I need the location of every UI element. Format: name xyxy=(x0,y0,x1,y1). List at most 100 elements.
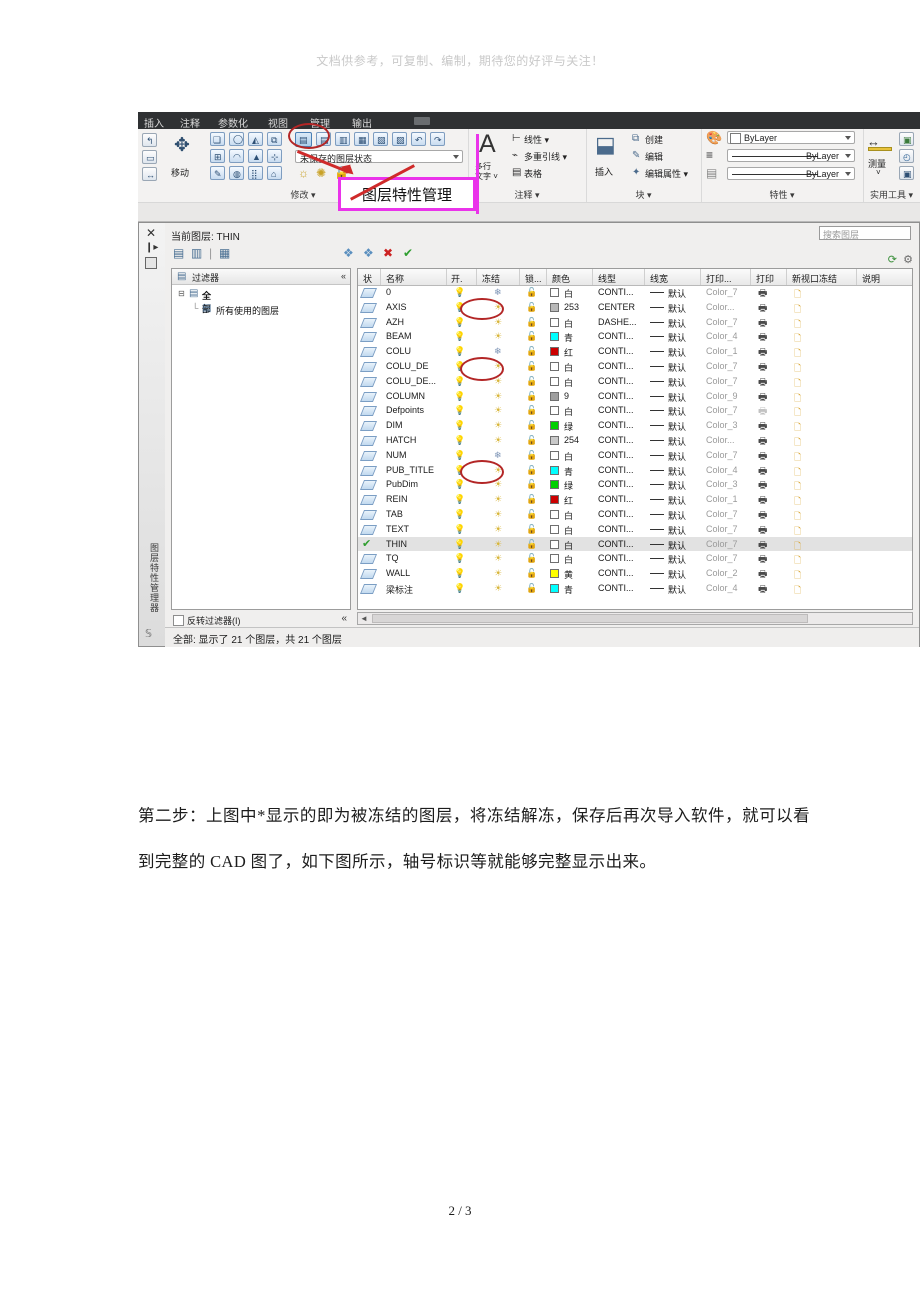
rotate-icon[interactable]: ◯ xyxy=(229,132,244,146)
layer-vp-freeze-icon[interactable]: 🗋 xyxy=(794,583,801,599)
layer-color-swatch[interactable] xyxy=(550,495,559,505)
column-header-color[interactable]: 颜色 xyxy=(552,272,570,285)
layer-color-swatch[interactable] xyxy=(550,302,559,312)
layer-freeze-icon[interactable]: ☀ xyxy=(494,568,502,579)
layer-linetype-cell[interactable]: CONTI... xyxy=(598,361,634,371)
layer-name-cell[interactable]: WALL xyxy=(386,568,410,578)
layer-name-cell[interactable]: TQ xyxy=(386,553,399,563)
layer-linetype-cell[interactable]: CONTI... xyxy=(598,435,634,445)
scale-icon[interactable]: ⧉ xyxy=(267,132,282,146)
layer-lock-icon[interactable]: 🔓 xyxy=(526,524,537,535)
layer-on-icon[interactable]: 💡 xyxy=(454,346,465,357)
layer-lock-icon[interactable]: 🔓 xyxy=(526,450,537,461)
close-icon[interactable]: ✕ xyxy=(146,227,156,239)
layer-linetype-cell[interactable]: CONTI... xyxy=(598,346,634,356)
layer-color-name[interactable]: 白 xyxy=(564,287,573,300)
layer-color-swatch[interactable] xyxy=(550,524,559,534)
array-icon[interactable]: ⊞ xyxy=(210,149,225,163)
layer-plotstyle-cell[interactable]: Color_7 xyxy=(706,509,738,519)
layer-lineweight-cell[interactable]: 默认 xyxy=(668,376,686,389)
layer-plotstyle-cell[interactable]: Color_9 xyxy=(706,391,738,401)
layer-lineweight-cell[interactable]: 默认 xyxy=(668,287,686,300)
auto-hide-icon[interactable]: ❙▸ xyxy=(145,243,158,253)
layer-plotstyle-cell[interactable]: Color_1 xyxy=(706,494,738,504)
menu-item-annotate[interactable]: 注释 xyxy=(180,115,200,130)
layer-lineweight-cell[interactable]: 默认 xyxy=(668,568,686,581)
layer-grid[interactable]: 状 名称 开. 冻结 锁... 颜色 线型 线宽 打印... 打印 新视口冻结 … xyxy=(357,268,913,610)
layer-name-cell[interactable]: COLU xyxy=(386,346,411,356)
column-header-description[interactable]: 说明 xyxy=(862,272,880,285)
layer-plotstyle-cell[interactable]: Color_7 xyxy=(706,524,738,534)
table-row[interactable]: PubDim 💡 ☀ 🔓 绿 CONTI... 默认 Color_3 🖶 🗋 xyxy=(358,477,912,492)
layer-linetype-cell[interactable]: CONTI... xyxy=(598,391,634,401)
invert-filter-checkbox[interactable] xyxy=(173,615,184,626)
edit-block-label[interactable]: 编辑 xyxy=(645,150,663,163)
layer-plotstyle-cell[interactable]: Color_7 xyxy=(706,361,738,371)
ribbon-panel-label-annotation[interactable]: 注释 ▾ xyxy=(468,188,586,201)
new-layer-vp-frozen-icon[interactable]: ❖ xyxy=(363,247,374,259)
layer-plotstyle-cell[interactable]: Color_4 xyxy=(706,331,738,341)
layer-linetype-cell[interactable]: CONTI... xyxy=(598,494,634,504)
layer-on-icon[interactable]: 💡 xyxy=(454,450,465,461)
layer-on-icon[interactable]: 💡 xyxy=(454,435,465,446)
layer-lineweight-cell[interactable]: 默认 xyxy=(668,391,686,404)
edit-attribute-label[interactable]: 编辑属性 ▾ xyxy=(645,167,688,180)
layer-color-name[interactable]: 青 xyxy=(564,583,573,596)
column-header-on[interactable]: 开. xyxy=(451,272,463,285)
layer-linetype-cell[interactable]: CONTI... xyxy=(598,376,634,386)
layer-color-name[interactable]: 白 xyxy=(564,405,573,418)
layer-color-swatch[interactable] xyxy=(550,509,559,519)
linetype-combo[interactable]: ByLayer xyxy=(727,149,855,162)
filter-collapse-bottom-icon[interactable]: « xyxy=(341,613,347,624)
ribbon-panel-label-utilities[interactable]: 实用工具 ▾ xyxy=(863,188,920,201)
layer-lock-icon[interactable]: 🔓 xyxy=(526,391,537,402)
layer-lineweight-cell[interactable]: 默认 xyxy=(668,302,686,315)
layer-name-cell[interactable]: COLUMN xyxy=(386,391,425,401)
layer-lineweight-cell[interactable]: 默认 xyxy=(668,553,686,566)
layer-lock-icon[interactable]: 🔓 xyxy=(526,405,537,416)
layer-states-manager-icon[interactable]: ▦ xyxy=(219,247,230,259)
layer-isolate-icon[interactable]: ▥ xyxy=(335,132,350,146)
layer-freeze-icon[interactable]: ▦ xyxy=(354,132,369,146)
layer-lineweight-cell[interactable]: 默认 xyxy=(668,317,686,330)
layer-name-cell[interactable]: REIN xyxy=(386,494,408,504)
layer-name-cell[interactable]: Defpoints xyxy=(386,405,424,415)
layer-color-name[interactable]: 9 xyxy=(564,391,569,401)
table-row[interactable]: 0 💡 ❄ 🔓 白 CONTI... 默认 Color_7 🖶 🗋 xyxy=(358,285,912,300)
layer-lineweight-cell[interactable]: 默认 xyxy=(668,479,686,492)
layer-lock-icon[interactable]: 🔓 xyxy=(526,435,537,446)
invert-filter-label[interactable]: 反转过滤器(I) xyxy=(187,614,241,627)
column-header-linetype[interactable]: 线型 xyxy=(598,272,616,285)
linear-dimension-icon[interactable]: ⊢ xyxy=(512,134,521,144)
settings-icon[interactable]: ⚙ xyxy=(903,255,913,266)
layer-color-name[interactable]: 253 xyxy=(564,302,579,312)
layer-freeze-icon[interactable]: ❄ xyxy=(494,287,502,298)
layer-freeze-icon[interactable]: ❄ xyxy=(494,346,502,357)
palette-menu-icon[interactable] xyxy=(145,257,157,269)
layer-color-swatch[interactable] xyxy=(550,539,559,549)
column-header-plot[interactable]: 打印 xyxy=(756,272,774,285)
calculator-icon[interactable]: ▣ xyxy=(899,166,914,180)
measure-button[interactable]: ↔ 测量 ˅ xyxy=(866,133,896,181)
layer-color-swatch[interactable] xyxy=(550,435,559,445)
mirror-icon[interactable]: ◭ xyxy=(248,132,263,146)
layer-freeze-icon[interactable]: ☀ xyxy=(494,420,502,431)
layer-color-swatch[interactable] xyxy=(550,583,559,593)
layer-name-cell[interactable]: DIM xyxy=(386,420,403,430)
sun-freeze-icon[interactable]: ✺ xyxy=(316,167,326,179)
layer-lineweight-cell[interactable]: 默认 xyxy=(668,524,686,537)
layer-lineweight-cell[interactable]: 默认 xyxy=(668,465,686,478)
scrollbar-thumb[interactable] xyxy=(372,614,808,623)
layer-lineweight-cell[interactable]: 默认 xyxy=(668,509,686,522)
layer-color-swatch[interactable] xyxy=(550,376,559,386)
layer-on-icon[interactable]: 💡 xyxy=(454,331,465,342)
layer-name-cell[interactable]: TAB xyxy=(386,509,403,519)
layer-plotstyle-cell[interactable]: Color_7 xyxy=(706,450,738,460)
table-row[interactable]: AZH 💡 ☀ 🔓 白 DASHE... 默认 Color_7 🖶 🗋 xyxy=(358,315,912,330)
layer-color-name[interactable]: 白 xyxy=(564,539,573,552)
layer-lock-icon[interactable]: 🔓 xyxy=(526,376,537,387)
column-header-freeze[interactable]: 冻结 xyxy=(482,272,500,285)
multileader-label[interactable]: 多重引线 ▾ xyxy=(524,150,567,163)
layer-lock-icon[interactable]: 🔓 xyxy=(526,287,537,298)
ribbon-panel-label-block[interactable]: 块 ▾ xyxy=(586,188,701,201)
